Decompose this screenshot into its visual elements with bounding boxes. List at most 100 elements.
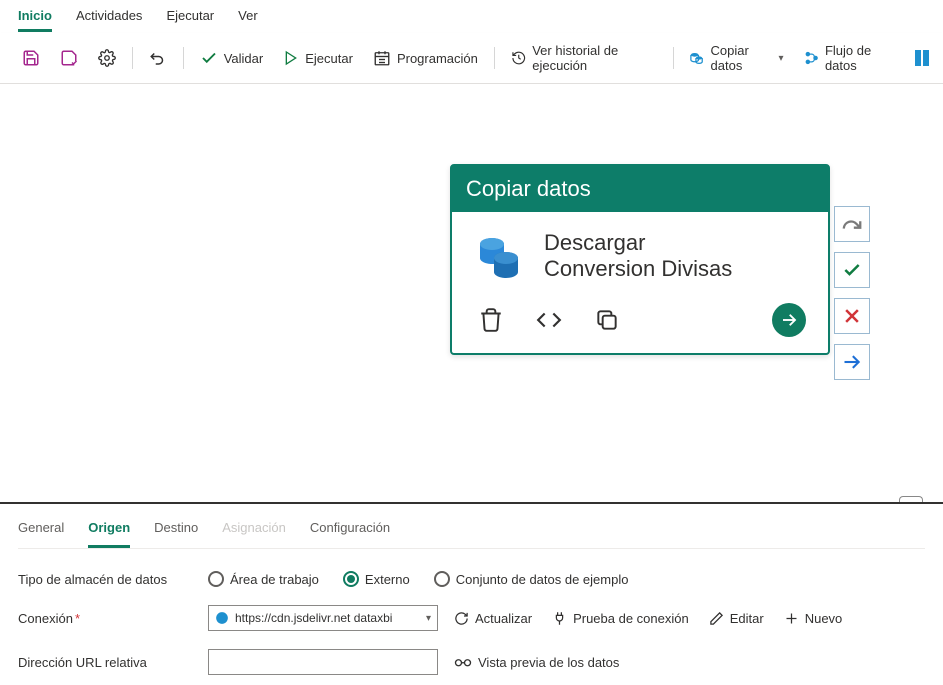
properties-tabs: General Origen Destino Asignación Config…	[18, 514, 925, 549]
menu-tab-ejecutar[interactable]: Ejecutar	[166, 4, 214, 32]
calendar-icon	[373, 49, 391, 67]
refresh-link[interactable]: Actualizar	[454, 611, 532, 626]
copy-data-activity-icon	[474, 232, 522, 280]
history-label: Ver historial de ejecución	[532, 43, 656, 73]
edit-link[interactable]: Editar	[709, 611, 764, 626]
test-label: Prueba de conexión	[573, 611, 689, 626]
menu-tab-actividades[interactable]: Actividades	[76, 4, 142, 32]
plug-icon	[552, 611, 567, 626]
copy-data-button[interactable]: Copiar datos ▾	[681, 39, 791, 77]
execute-button[interactable]: Ejecutar	[275, 46, 361, 70]
store-type-label: Tipo de almacén de datos	[18, 572, 208, 587]
on-skip-handle[interactable]	[834, 206, 870, 242]
menu-tabs: Inicio Actividades Ejecutar Ver	[0, 0, 943, 33]
activity-card[interactable]: Copiar datos Descargar Conversion Divisa…	[450, 164, 830, 355]
check-icon	[200, 49, 218, 67]
tab-configuracion[interactable]: Configuración	[310, 514, 390, 548]
dataflow-button[interactable]: Flujo de datos	[796, 39, 903, 77]
save-button[interactable]	[14, 45, 48, 71]
settings-button[interactable]	[90, 45, 124, 71]
pipeline-canvas[interactable]: Copiar datos Descargar Conversion Divisa…	[0, 84, 943, 504]
on-fail-handle[interactable]	[834, 298, 870, 334]
close-icon	[842, 306, 862, 326]
validate-label: Validar	[224, 51, 264, 66]
save-icon	[22, 49, 40, 67]
save-check-icon	[60, 49, 78, 67]
schedule-label: Programación	[397, 51, 478, 66]
connection-label-text: Conexión	[18, 611, 73, 626]
schedule-button[interactable]: Programación	[365, 45, 486, 71]
tab-asignacion: Asignación	[222, 514, 286, 548]
pencil-icon	[709, 611, 724, 626]
plus-icon	[784, 611, 799, 626]
glasses-icon	[454, 655, 472, 669]
branch-icon	[804, 49, 819, 67]
radio-sample-label: Conjunto de datos de ejemplo	[456, 572, 629, 587]
panel-divider	[0, 502, 943, 504]
radio-external[interactable]: Externo	[343, 571, 410, 587]
arrow-right-icon	[842, 352, 862, 372]
preview-label: Vista previa de los datos	[478, 655, 619, 670]
activity-output-handles	[834, 206, 870, 380]
menu-tab-inicio[interactable]: Inicio	[18, 4, 52, 32]
activity-name-line2: Conversion Divisas	[544, 256, 732, 282]
on-success-handle[interactable]	[834, 252, 870, 288]
radio-sample[interactable]: Conjunto de datos de ejemplo	[434, 571, 629, 587]
history-button[interactable]: Ver historial de ejecución	[503, 39, 665, 77]
trash-icon[interactable]	[478, 307, 504, 333]
connection-value: https://cdn.jsdelivr.net dataxbi	[235, 611, 392, 625]
dataflow-label: Flujo de datos	[825, 43, 895, 73]
play-icon	[283, 50, 299, 66]
execute-label: Ejecutar	[305, 51, 353, 66]
undo-button[interactable]	[141, 45, 175, 71]
radio-icon	[343, 571, 359, 587]
copy-data-label: Copiar datos	[711, 43, 773, 73]
chevron-down-icon: ▾	[779, 53, 784, 64]
radio-workspace[interactable]: Área de trabajo	[208, 571, 319, 587]
relative-url-label: Dirección URL relativa	[18, 655, 208, 670]
edit-label: Editar	[730, 611, 764, 626]
toolbar: Validar Ejecutar Programación Ver histor…	[0, 33, 943, 84]
separator	[132, 47, 133, 69]
tab-origen[interactable]: Origen	[88, 514, 130, 548]
chevron-down-icon: ▾	[426, 613, 431, 624]
check-icon	[842, 260, 862, 280]
required-asterisk: *	[75, 611, 80, 626]
menu-tab-ver[interactable]: Ver	[238, 4, 258, 32]
new-label: Nuevo	[805, 611, 843, 626]
connection-label: Conexión*	[18, 611, 208, 626]
more-button[interactable]	[907, 45, 929, 71]
activity-type-label: Copiar datos	[452, 166, 828, 212]
preview-link[interactable]: Vista previa de los datos	[454, 655, 619, 670]
column-icon	[915, 49, 929, 67]
globe-icon	[215, 611, 229, 625]
refresh-label: Actualizar	[475, 611, 532, 626]
radio-icon	[434, 571, 450, 587]
connection-dropdown[interactable]: https://cdn.jsdelivr.net dataxbi ▾	[208, 605, 438, 631]
separator	[673, 47, 674, 69]
skip-arrow-icon	[841, 215, 863, 233]
on-completion-handle[interactable]	[834, 344, 870, 380]
save-as-button[interactable]	[52, 45, 86, 71]
separator	[183, 47, 184, 69]
database-icon	[689, 49, 704, 67]
copy-icon[interactable]	[594, 307, 620, 333]
new-link[interactable]: Nuevo	[784, 611, 843, 626]
tab-general[interactable]: General	[18, 514, 64, 548]
code-icon[interactable]	[536, 307, 562, 333]
radio-external-label: Externo	[365, 572, 410, 587]
tab-destino[interactable]: Destino	[154, 514, 198, 548]
activity-name-line1: Descargar	[544, 230, 732, 256]
arrow-right-icon	[780, 311, 798, 329]
radio-icon	[208, 571, 224, 587]
activity-name: Descargar Conversion Divisas	[544, 230, 732, 283]
undo-icon	[149, 49, 167, 67]
relative-url-input[interactable]	[208, 649, 438, 675]
test-connection-link[interactable]: Prueba de conexión	[552, 611, 689, 626]
radio-workspace-label: Área de trabajo	[230, 572, 319, 587]
gear-icon	[98, 49, 116, 67]
run-activity-button[interactable]	[772, 303, 806, 337]
validate-button[interactable]: Validar	[192, 45, 272, 71]
refresh-icon	[454, 611, 469, 626]
history-icon	[511, 49, 526, 67]
